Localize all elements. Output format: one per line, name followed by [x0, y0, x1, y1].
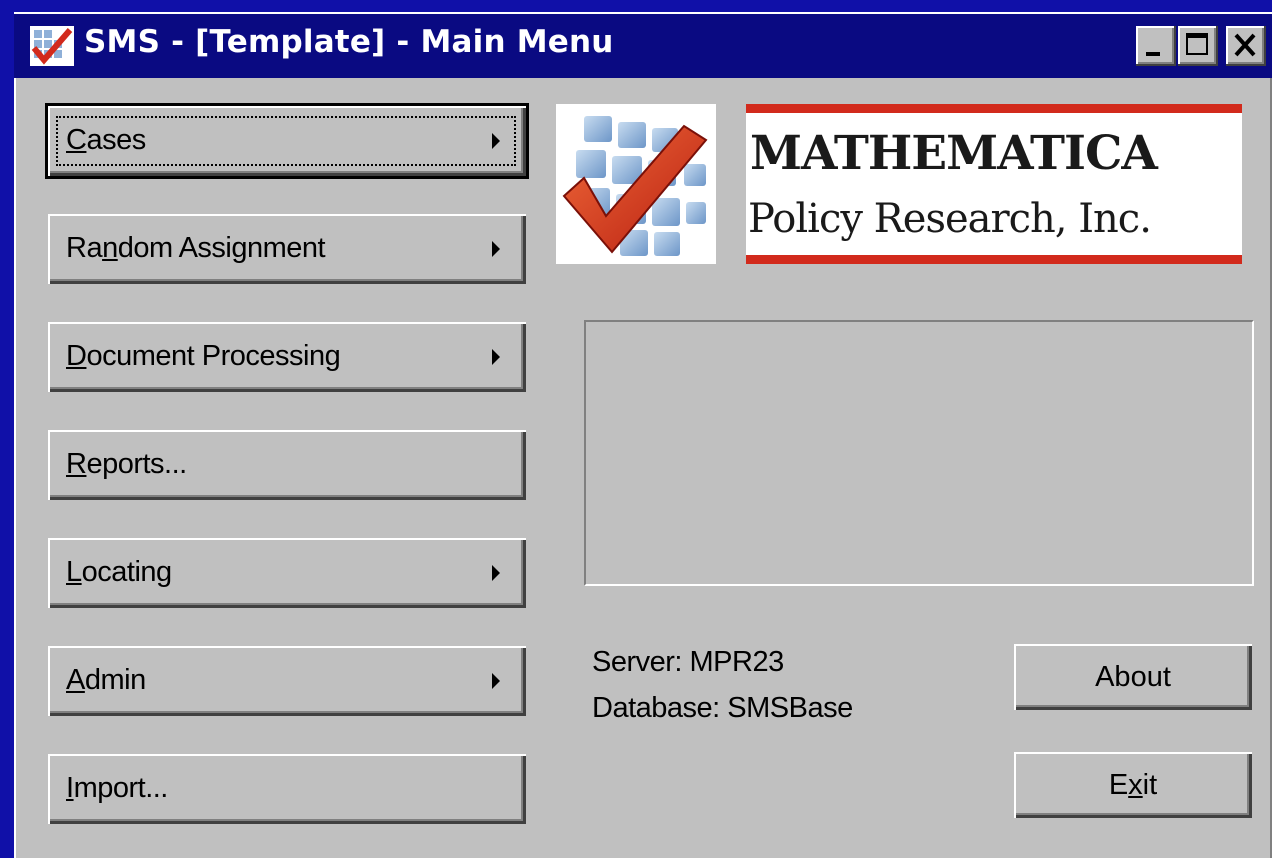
exit-label: Exit — [1108, 769, 1158, 801]
document-processing-label: Document Processing — [66, 340, 341, 372]
about-button[interactable]: About — [1014, 644, 1252, 710]
company-logo — [556, 104, 716, 264]
reports-button[interactable]: Reports... — [48, 430, 526, 500]
info-panel — [584, 320, 1254, 586]
wordmark-top-rule — [746, 104, 1242, 113]
submenu-arrow-icon — [492, 349, 500, 365]
locating-label: Locating — [66, 556, 172, 588]
reports-label: Reports... — [66, 448, 187, 480]
cases-label: Cases — [66, 124, 146, 156]
minimize-button[interactable] — [1136, 26, 1176, 66]
minimize-icon — [1146, 52, 1160, 56]
close-icon — [1234, 33, 1256, 57]
import-button[interactable]: Import... — [48, 754, 526, 824]
server-status: Server: MPR23 — [592, 646, 784, 678]
cases-button[interactable]: Cases — [45, 103, 529, 179]
window-title: SMS - [Template] - Main Menu — [84, 24, 614, 60]
admin-label: Admin — [66, 664, 146, 696]
database-status: Database: SMSBase — [592, 692, 853, 724]
wordmark-line2: Policy Research, Inc. — [748, 196, 1152, 242]
exit-button[interactable]: Exit — [1014, 752, 1252, 818]
app-checkmark-icon — [30, 26, 74, 66]
company-wordmark: MATHEMATICA Policy Research, Inc. — [746, 104, 1242, 264]
wordmark-bottom-rule — [746, 255, 1242, 264]
maximize-icon — [1186, 33, 1208, 55]
wordmark-line1: MATHEMATICA — [750, 126, 1158, 181]
submenu-arrow-icon — [492, 133, 500, 149]
admin-button[interactable]: Admin — [48, 646, 526, 716]
submenu-arrow-icon — [492, 673, 500, 689]
submenu-arrow-icon — [492, 241, 500, 257]
locating-button[interactable]: Locating — [48, 538, 526, 608]
random-assignment-button[interactable]: Random Assignment — [48, 214, 526, 284]
submenu-arrow-icon — [492, 565, 500, 581]
import-label: Import... — [66, 772, 168, 804]
maximize-button[interactable] — [1178, 26, 1218, 66]
close-button[interactable] — [1226, 26, 1266, 66]
checkmark-grid-logo-icon — [562, 116, 708, 256]
document-processing-button[interactable]: Document Processing — [48, 322, 526, 392]
title-bar[interactable]: SMS - [Template] - Main Menu — [14, 14, 1272, 78]
random-assignment-label: Random Assignment — [66, 232, 326, 264]
